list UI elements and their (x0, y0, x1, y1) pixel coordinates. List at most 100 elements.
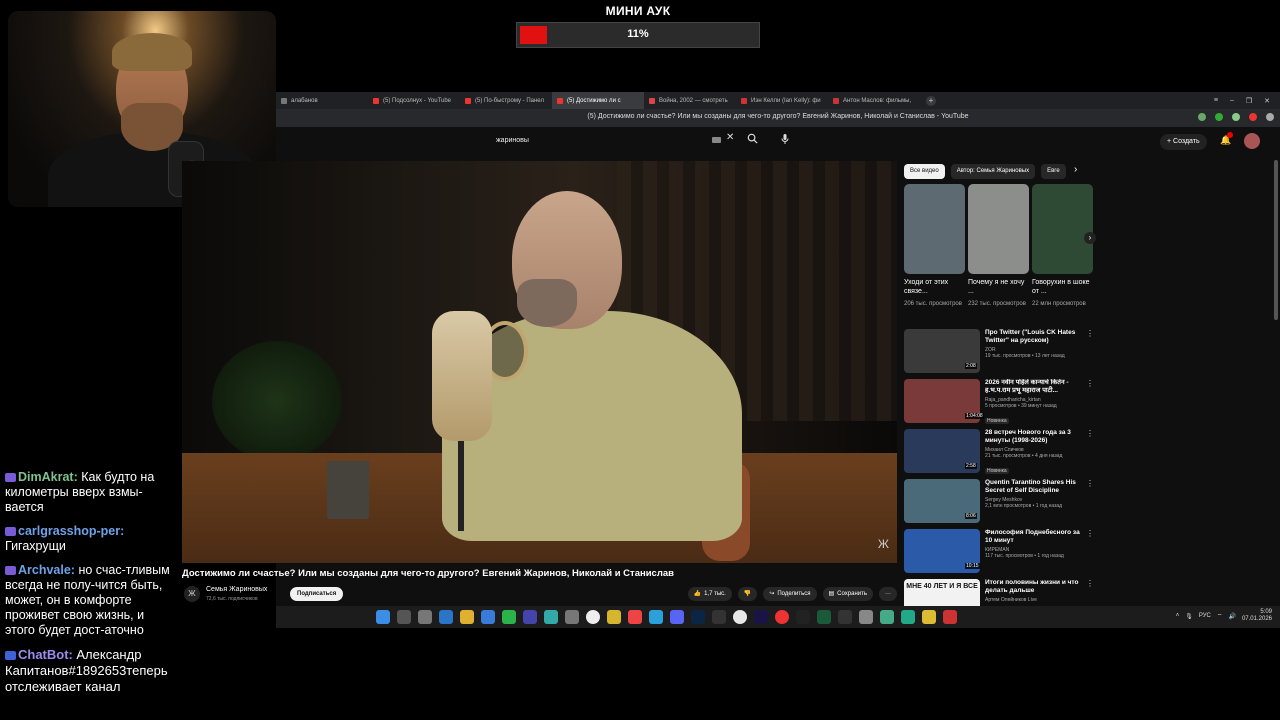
menu-icon[interactable]: ≡ (1214, 97, 1218, 105)
browser-tab[interactable]: (5) Подсолнух - YouTube (368, 92, 460, 109)
language-indicator[interactable]: РУС (1199, 613, 1211, 619)
channel-name[interactable]: Семья Жариновых (206, 586, 267, 593)
browser-tab-active[interactable]: (5) Достижимо ли с (552, 92, 644, 109)
browser-tab[interactable]: Иэн Келли (Ian Kelly): фи (736, 92, 828, 109)
short-item[interactable]: Почему я не хочу ... 232 тыс. просмотров (968, 184, 1029, 308)
kebab-menu-icon[interactable]: ⋮ (1086, 579, 1094, 588)
discord-icon[interactable] (670, 610, 684, 624)
browser-tab[interactable]: алабанов (276, 92, 368, 109)
settings-gear-icon[interactable] (418, 610, 432, 624)
close-icon[interactable]: ✕ (1264, 97, 1270, 105)
chip-all-videos[interactable]: Все видео (904, 164, 945, 179)
browser-tab[interactable]: Антон Маслов: фильмы, (828, 92, 920, 109)
channel-avatar[interactable]: Ж (184, 586, 200, 602)
browser-tab[interactable]: Война, 2002 — смотреть (644, 92, 736, 109)
app-icon[interactable] (712, 610, 726, 624)
app-icon[interactable] (523, 610, 537, 624)
rec-title[interactable]: Quentin Tarantino Shares His Secret of S… (985, 479, 1085, 495)
like-button[interactable]: 👍 1,7 тыс. (687, 587, 732, 601)
notes-icon[interactable] (607, 610, 621, 624)
extension-icon[interactable] (1198, 113, 1206, 121)
create-button[interactable]: + Создать (1160, 134, 1207, 150)
rec-title[interactable]: 2026 नवीन पहिले कान्याचे किर्तन - ह.भ.प.… (985, 379, 1085, 395)
search-icon[interactable] (397, 610, 411, 624)
app-icon[interactable] (796, 610, 810, 624)
search-input[interactable]: жариновы (486, 133, 742, 150)
shorts-next-chevron-icon[interactable]: › (1084, 232, 1096, 244)
extension-icon[interactable] (1232, 113, 1240, 121)
microphone-icon[interactable]: 🎙 (1185, 613, 1193, 620)
app-icon[interactable] (859, 610, 873, 624)
new-tab-button[interactable]: + (926, 95, 936, 106)
short-title[interactable]: Почему я не хочу ... (968, 278, 1029, 298)
address-bar[interactable]: (5) Достижимо ли счастье? Или мы созданы… (276, 109, 1280, 127)
recommendation-item[interactable]: 8:06 Quentin Tarantino Shares His Secret… (904, 479, 1094, 529)
account-avatar[interactable] (1244, 133, 1260, 149)
start-menu-icon[interactable] (376, 610, 390, 624)
video-player[interactable]: Ж (182, 161, 897, 563)
app-icon[interactable] (901, 610, 915, 624)
app-icon[interactable] (544, 610, 558, 624)
rec-title[interactable]: Про Twitter ("Louis CK Hates Twitter" на… (985, 329, 1085, 345)
short-item[interactable]: Говорухин в шоке от ... 22 млн просмотро… (1032, 184, 1093, 308)
wifi-icon[interactable]: ⌔ (1217, 612, 1223, 620)
recommendation-item[interactable]: 10:15 Философия Поднебесного за 10 минут… (904, 529, 1094, 579)
rec-title[interactable]: Итоги половины жизни и что делать дальше (985, 579, 1085, 595)
chevron-up-icon[interactable]: ˄ (1176, 613, 1180, 619)
yandex-browser-icon[interactable] (586, 610, 600, 624)
dislike-button[interactable]: 👎 (737, 587, 758, 601)
clock[interactable]: 5:09 07.01.2026 (1242, 609, 1272, 623)
short-title[interactable]: Уходи от этих связе... (904, 278, 965, 298)
chip-more[interactable]: Евге (1041, 164, 1066, 179)
save-button[interactable]: ▤ Сохранить (822, 587, 873, 601)
app-icon[interactable] (880, 610, 894, 624)
volume-icon[interactable]: 🔊 (1228, 613, 1235, 620)
extension-icon[interactable] (1266, 113, 1274, 121)
recommendation-item[interactable]: 1:04:08 2026 नवीन पहिले कान्याचे किर्तन … (904, 379, 1094, 429)
kebab-menu-icon[interactable]: ⋮ (1086, 479, 1094, 488)
photoshop-icon[interactable] (691, 610, 705, 624)
short-thumbnail[interactable] (904, 184, 965, 274)
share-button[interactable]: ↪ Поделиться (763, 587, 817, 601)
browser-tab[interactable]: (5) По-быстрому - Панел (460, 92, 552, 109)
rec-channel[interactable]: Артем Олейников Live (985, 597, 1085, 603)
recommendation-item[interactable]: 2:08 Про Twitter ("Louis CK Hates Twitte… (904, 329, 1094, 379)
opera-icon[interactable] (628, 610, 642, 624)
folder-icon[interactable] (460, 610, 474, 624)
short-item[interactable]: Уходи от этих связе... 206 тыс. просмотр… (904, 184, 965, 308)
chevron-right-icon[interactable]: › (1074, 164, 1077, 175)
obs-icon[interactable] (733, 610, 747, 624)
more-actions-button[interactable]: ··· (879, 587, 897, 601)
kebab-menu-icon[interactable]: ⋮ (1086, 329, 1094, 338)
clear-search-icon[interactable]: ✕ (726, 132, 734, 143)
premiere-icon[interactable] (754, 610, 768, 624)
subscribe-button[interactable]: Подписаться (290, 587, 344, 601)
telegram-icon[interactable] (649, 610, 663, 624)
short-title[interactable]: Говорухин в шоке от ... (1032, 278, 1093, 298)
restore-icon[interactable]: ❐ (1246, 97, 1252, 105)
app-icon[interactable] (502, 610, 516, 624)
extension-icon[interactable] (1249, 113, 1257, 121)
short-thumbnail[interactable] (1032, 184, 1093, 274)
app-icon[interactable] (922, 610, 936, 624)
rec-title[interactable]: Философия Поднебесного за 10 минут (985, 529, 1085, 545)
kebab-menu-icon[interactable]: ⋮ (1086, 529, 1094, 538)
minimize-icon[interactable]: – (1230, 97, 1234, 105)
chip-author[interactable]: Автор: Семья Жариновых (950, 164, 1036, 179)
steam-icon[interactable] (439, 610, 453, 624)
recommendation-item[interactable]: 2:58 28 встреч Нового года за 3 минуты (… (904, 429, 1094, 479)
extension-icon[interactable] (1215, 113, 1223, 121)
kebab-menu-icon[interactable]: ⋮ (1086, 429, 1094, 438)
voice-search-button[interactable] (776, 133, 793, 150)
app-icon[interactable] (817, 610, 831, 624)
app-icon[interactable] (838, 610, 852, 624)
keyboard-icon[interactable] (712, 137, 721, 143)
chrome-icon[interactable] (775, 610, 789, 624)
app-icon[interactable] (943, 610, 957, 624)
search-button[interactable] (742, 133, 762, 150)
app-icon[interactable] (565, 610, 579, 624)
file-explorer-icon[interactable] (481, 610, 495, 624)
kebab-menu-icon[interactable]: ⋮ (1086, 379, 1094, 388)
rec-title[interactable]: 28 встреч Нового года за 3 минуты (1998-… (985, 429, 1085, 445)
page-scrollbar[interactable] (1274, 160, 1278, 320)
